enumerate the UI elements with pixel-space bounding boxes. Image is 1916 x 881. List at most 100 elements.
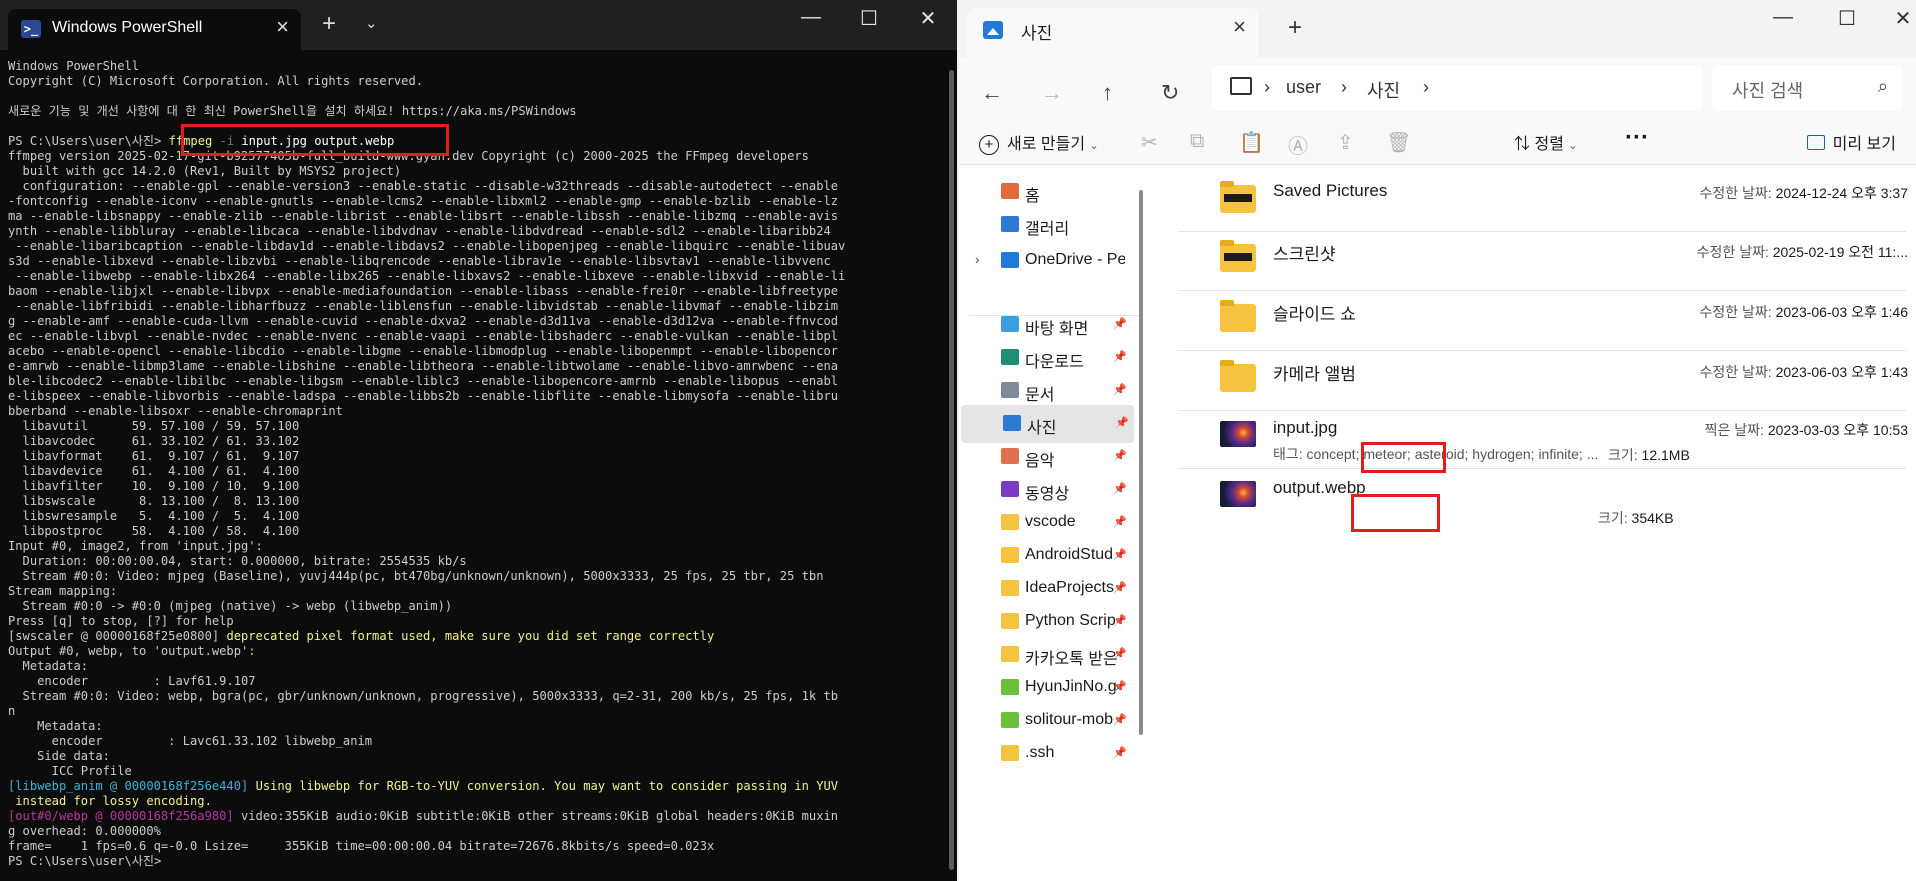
sidebar-item[interactable]: .ssh 📌 [959, 735, 1132, 773]
console-line: [libwebp_anim @ 00000168f256e440] Using … [8, 779, 943, 794]
sidebar-item[interactable]: 갤러리 [959, 206, 1132, 244]
paste-icon[interactable]: 📋 [1239, 130, 1264, 155]
sidebar-item-label: 문서 [1025, 387, 1055, 404]
console-line: configuration: --enable-gpl --enable-ver… [8, 179, 839, 193]
new-tab-icon[interactable]: + [322, 10, 336, 38]
sidebar-scrollbar[interactable] [1139, 190, 1143, 735]
minimize-icon[interactable]: — [791, 6, 831, 29]
folder-row[interactable]: 카메라 앨범 수정한 날짜: 2023-06-03 오후 1:43 [1178, 350, 1908, 411]
file-row[interactable]: output.webp 크기: 354KB [1178, 468, 1906, 528]
console-line: Stream #0:0: Video: webp, bgra(pc, gbr/u… [8, 689, 839, 703]
back-arrow-icon[interactable]: ← [981, 80, 1003, 106]
file-name: 카메라 앨범 [1273, 365, 1356, 384]
console-line: instead for lossy encoding. [8, 794, 943, 809]
date-label: 수정한 날짜: [1699, 185, 1772, 201]
folder-icon [1001, 646, 1019, 662]
close-window-icon[interactable]: ✕ [908, 6, 948, 31]
console-line: g --enable-amf --enable-cuda-llvm --enab… [8, 314, 839, 328]
forward-arrow-icon[interactable]: → [1041, 80, 1063, 106]
folder-row[interactable]: 스크린샷 수정한 날짜: 2025-02-19 오전 11:... [1178, 230, 1908, 291]
console-line: g overhead: 0.000000% [8, 824, 161, 838]
search-box[interactable]: 사진 검색 ⌕ [1712, 65, 1902, 111]
file-date: 수정한 날짜: 2023-06-03 오후 1:43 [1700, 362, 1908, 382]
address-bar[interactable]: › user › 사진 › [1212, 65, 1702, 111]
pin-icon: 📌 [1113, 318, 1127, 330]
up-arrow-icon[interactable]: ↑ [1102, 80, 1113, 106]
powershell-icon: >_ [21, 20, 41, 38]
console-output[interactable]: Windows PowerShell Copyright (C) Microsof… [8, 59, 943, 881]
pin-icon: 📌 [1113, 549, 1127, 561]
rename-icon[interactable]: Ⓐ [1288, 130, 1308, 159]
search-icon: ⌕ [1877, 76, 1888, 96]
new-tab-icon[interactable]: + [1288, 14, 1302, 42]
preview-pane-button[interactable]: 미리 보기 [1806, 130, 1896, 154]
cut-icon[interactable]: ✂ [1141, 130, 1158, 155]
sidebar-item-label: IdeaProjects [1025, 579, 1114, 596]
console-line: [out#0/webp @ 00000168f256a980] video:35… [8, 809, 943, 824]
date-label: 수정한 날짜: [1696, 244, 1769, 260]
terminal-scrollbar[interactable] [949, 70, 954, 870]
console-line: s3d --enable-libxevd --enable-libzvbi --… [8, 254, 831, 268]
console-line: Duration: 00:00:00.04, start: 0.000000, … [8, 554, 467, 568]
expand-chevron-icon[interactable]: › [975, 251, 980, 267]
git-folder-icon [1001, 712, 1019, 728]
size-highlight-box-output [1351, 494, 1440, 532]
pin-icon: 📌 [1113, 615, 1127, 627]
file-list: Saved Pictures 수정한 날짜: 2024-12-24 오후 3:37… [1152, 165, 1916, 881]
folder-row[interactable]: Saved Pictures 수정한 날짜: 2024-12-24 오후 3:37 [1178, 171, 1908, 232]
console-line: --enable-libfribidi --enable-libharfbuzz… [8, 299, 839, 313]
file-row[interactable]: input.jpg 찍은 날짜: 2023-03-03 오후 10:53 태그: c… [1178, 408, 1908, 469]
console-line: [swscaler @ 00000168f25e0800] deprecated… [8, 629, 943, 644]
chevron-down-icon[interactable]: ⌄ [365, 14, 378, 32]
delete-icon[interactable]: 🗑 [1386, 130, 1411, 155]
close-tab-icon[interactable]: × [276, 14, 289, 40]
minimize-icon[interactable]: — [1763, 6, 1803, 29]
console-line: ynth --enable-libbluray --enable-libcaca… [8, 224, 831, 238]
new-button[interactable]: + 새로 만들기 ⌄ [979, 130, 1099, 155]
more-options-button[interactable]: ··· [1625, 124, 1649, 152]
folder-icon [1001, 580, 1019, 596]
share-icon[interactable]: ⇪ [1337, 130, 1354, 155]
file-name: 슬라이드 쇼 [1273, 305, 1356, 324]
sidebar-item-label: 홈 [1025, 188, 1040, 205]
console-line: baom --enable-libjxl --enable-libvpx --e… [8, 284, 839, 298]
folder-row[interactable]: 슬라이드 쇼 수정한 날짜: 2023-06-03 오후 1:46 [1178, 290, 1908, 351]
size-value: 12.1MB [1641, 447, 1690, 463]
close-tab-icon[interactable]: × [1233, 14, 1246, 40]
sort-button[interactable]: ⇅ 정렬 ⌄ [1514, 130, 1578, 154]
console-line: e-amrwb --enable-libmp3lame --enable-lib… [8, 359, 839, 373]
console-segment: [swscaler @ 00000168f25e0800] [8, 629, 227, 643]
breadcrumb-chevron-icon[interactable]: › [1423, 77, 1429, 98]
breadcrumb-user[interactable]: user [1286, 77, 1321, 98]
console-line: libavformat 61. 9.107 / 61. 9.107 [8, 449, 300, 463]
breadcrumb-pictures[interactable]: 사진 [1367, 77, 1400, 103]
maximize-icon[interactable]: ☐ [1827, 6, 1867, 31]
console-line: built with gcc 14.2.0 (Rev1, Built by MS… [8, 164, 402, 178]
folder-icon [1220, 360, 1256, 392]
date-label: 수정한 날짜: [1699, 364, 1772, 380]
close-window-icon[interactable]: ✕ [1883, 6, 1916, 31]
folder-preview-strip [1224, 194, 1252, 202]
new-button-label: 새로 만들기 [1007, 136, 1086, 153]
console-line: bberband --enable-libsoxr --enable-chrom… [8, 404, 343, 418]
download-icon [1001, 349, 1019, 365]
folder-icon [1001, 514, 1019, 530]
sidebar-item-label: .ssh [1025, 744, 1055, 761]
sidebar-item[interactable]: › OneDrive - Pers [959, 242, 1132, 280]
sidebar-item-label: solitour-mob [1025, 711, 1114, 728]
explorer-tab[interactable]: 사진 × [967, 8, 1258, 58]
pin-icon: 📌 [1113, 351, 1127, 363]
pin-icon: 📌 [1113, 714, 1127, 726]
terminal-tab[interactable]: >_ Windows PowerShell × [8, 9, 301, 50]
sort-button-label: 정렬 [1534, 136, 1564, 153]
file-name: input.jpg [1273, 418, 1338, 437]
maximize-icon[interactable]: ☐ [849, 6, 889, 31]
copy-icon[interactable]: ⧉ [1190, 130, 1204, 153]
console-line: PS C:\Users\user\사진> [8, 854, 169, 868]
music-icon [1001, 448, 1019, 464]
this-pc-icon [1230, 77, 1252, 95]
folder-icon [1001, 547, 1019, 563]
pin-icon: 📌 [1113, 384, 1127, 396]
image-thumbnail-icon [1220, 481, 1256, 507]
refresh-icon[interactable]: ↻ [1161, 80, 1179, 106]
